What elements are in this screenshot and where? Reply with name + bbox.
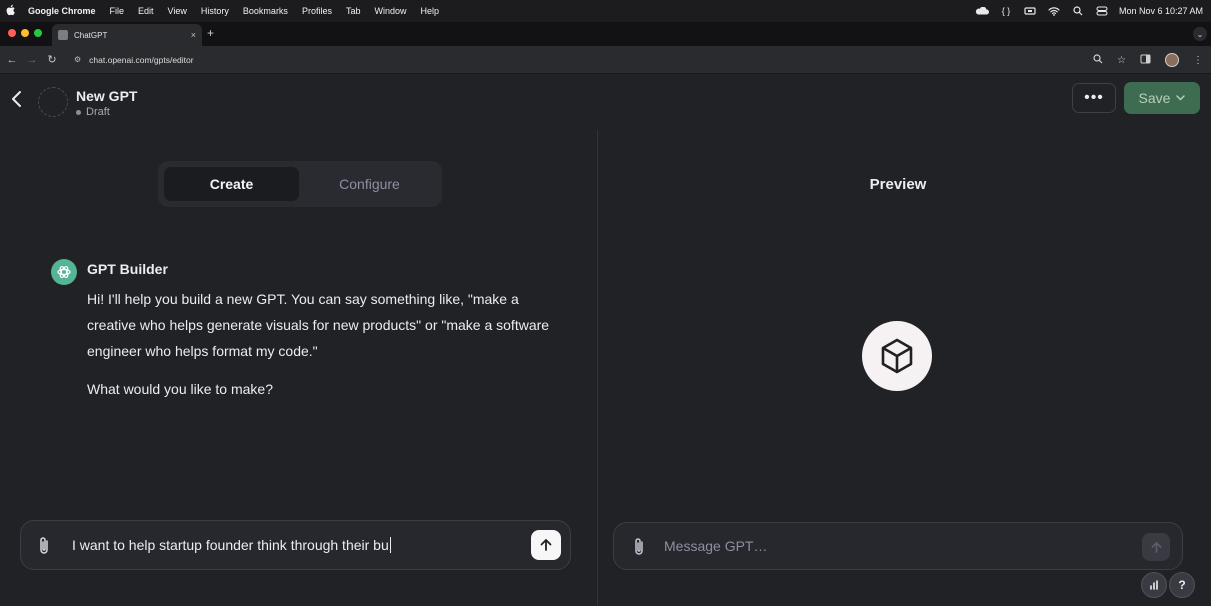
- preview-send-button[interactable]: [1142, 533, 1170, 561]
- composer-input-value[interactable]: I want to help startup founder think thr…: [72, 537, 389, 553]
- text-caret: [389, 537, 391, 553]
- gpt-status: Draft: [76, 106, 110, 118]
- message-question: What would you like to make?: [87, 381, 273, 397]
- send-button[interactable]: [531, 530, 561, 560]
- close-window-button[interactable]: [8, 29, 16, 37]
- browser-tab-chatgpt[interactable]: ChatGPT ×: [52, 24, 202, 46]
- browser-menu-icon[interactable]: ⋮: [1193, 55, 1203, 66]
- builder-composer[interactable]: I want to help startup founder think thr…: [20, 520, 571, 570]
- paperclip-icon[interactable]: [632, 537, 646, 562]
- bookmark-star-icon[interactable]: ☆: [1117, 55, 1126, 66]
- menu-tab[interactable]: Tab: [346, 6, 361, 16]
- status-dot-icon: [76, 109, 81, 115]
- menu-app-name[interactable]: Google Chrome: [28, 6, 96, 16]
- extension-icon[interactable]: [1023, 6, 1037, 16]
- menu-profiles[interactable]: Profiles: [302, 6, 332, 16]
- zoom-icon[interactable]: [1093, 53, 1103, 67]
- back-arrow-icon[interactable]: ←: [4, 54, 20, 66]
- menu-clock[interactable]: Mon Nov 6 10:27 AM: [1119, 6, 1203, 16]
- reload-icon[interactable]: ↻: [44, 53, 60, 66]
- wifi-icon[interactable]: [1047, 6, 1061, 16]
- message-gpt-input[interactable]: Message GPT…: [664, 538, 767, 554]
- side-panel-icon[interactable]: [1140, 54, 1151, 67]
- paperclip-icon[interactable]: [37, 536, 51, 561]
- help-button[interactable]: ?: [1169, 572, 1195, 598]
- tab-close-icon[interactable]: ×: [191, 30, 196, 40]
- more-dots-icon: •••: [1084, 89, 1104, 106]
- minimize-window-button[interactable]: [21, 29, 29, 37]
- message-text: Hi! I'll help you build a new GPT. You c…: [87, 291, 550, 359]
- gpt-title: New GPT: [76, 88, 138, 104]
- gpt-editor-header: New GPT Draft ••• Save: [0, 74, 1211, 130]
- arrow-up-icon: [1150, 541, 1162, 553]
- url-text[interactable]: chat.openai.com/gpts/editor: [89, 55, 193, 65]
- braces-icon[interactable]: { }: [999, 6, 1013, 16]
- arrow-up-icon: [540, 539, 552, 551]
- status-area: { } Mon Nov 6 10:27 AM: [975, 0, 1203, 22]
- cloud-icon[interactable]: [975, 6, 989, 16]
- new-tab-button[interactable]: +: [207, 26, 214, 40]
- tab-create[interactable]: Create: [164, 167, 299, 201]
- cube-icon: [881, 338, 913, 374]
- openai-logo-icon: [51, 259, 77, 285]
- tab-configure[interactable]: Configure: [303, 167, 436, 201]
- zoom-window-button[interactable]: [34, 29, 42, 37]
- toolbar-actions: ☆ ⋮: [1093, 46, 1203, 74]
- mode-tabs: Create Configure: [158, 161, 442, 207]
- chevron-down-icon: [1176, 95, 1186, 101]
- bar-chart-icon[interactable]: [1141, 572, 1167, 598]
- gpt-placeholder-avatar: [862, 321, 932, 391]
- builder-pane: Create Configure GPT Builder Hi! I'll he…: [0, 130, 597, 606]
- menu-view[interactable]: View: [168, 6, 187, 16]
- preview-pane: Preview Message GPT… ?: [598, 130, 1211, 606]
- preview-title: Preview: [869, 176, 927, 193]
- browser-tab-strip: ChatGPT × + ⌄: [0, 22, 1211, 46]
- message-author: GPT Builder: [87, 261, 168, 277]
- composer-input-field[interactable]: I want to help startup founder think thr…: [72, 537, 391, 553]
- macos-menu-bar: Google Chrome File Edit View History Boo…: [0, 0, 1211, 22]
- menu-help[interactable]: Help: [420, 6, 439, 16]
- back-chevron-icon[interactable]: [10, 90, 22, 114]
- menu-file[interactable]: File: [110, 6, 125, 16]
- profile-avatar[interactable]: [1165, 53, 1179, 67]
- menu-edit[interactable]: Edit: [138, 6, 154, 16]
- menu-window[interactable]: Window: [374, 6, 406, 16]
- forward-arrow-icon[interactable]: →: [24, 54, 40, 66]
- site-info-icon[interactable]: ⚙: [74, 55, 81, 64]
- gpt-status-label: Draft: [86, 106, 110, 118]
- apple-icon[interactable]: [6, 4, 18, 18]
- chatgpt-favicon-icon: [58, 30, 68, 40]
- menu-history[interactable]: History: [201, 6, 229, 16]
- window-controls: [8, 29, 42, 37]
- preview-composer[interactable]: Message GPT…: [613, 522, 1183, 570]
- tab-title: ChatGPT: [74, 30, 108, 40]
- more-options-button[interactable]: •••: [1072, 83, 1116, 113]
- tab-search-chevron-icon[interactable]: ⌄: [1193, 27, 1207, 41]
- omnibox[interactable]: ⚙ chat.openai.com/gpts/editor: [74, 55, 194, 65]
- menu-bookmarks[interactable]: Bookmarks: [243, 6, 288, 16]
- save-button-label: Save: [1138, 90, 1171, 106]
- gpt-avatar-placeholder[interactable]: [38, 87, 68, 117]
- save-button[interactable]: Save: [1124, 82, 1200, 114]
- control-center-icon[interactable]: [1095, 6, 1109, 16]
- browser-toolbar: ← → ↻ ⚙ chat.openai.com/gpts/editor ☆ ⋮: [0, 46, 1211, 74]
- spotlight-search-icon[interactable]: [1071, 6, 1085, 16]
